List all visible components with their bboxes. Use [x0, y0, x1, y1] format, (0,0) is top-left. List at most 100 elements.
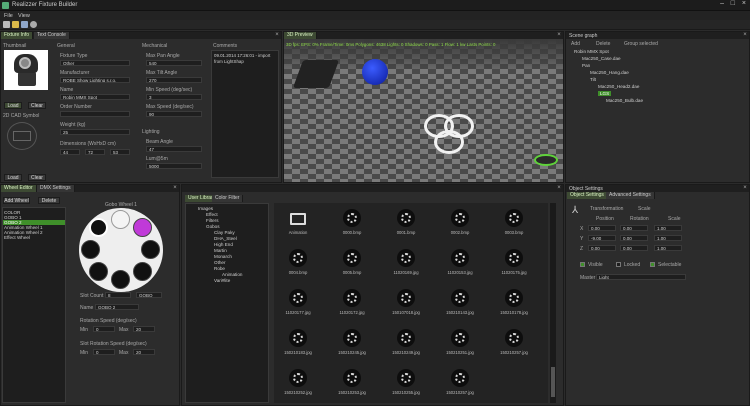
gobo-slot[interactable]	[133, 262, 152, 281]
wheel-panel-close-icon[interactable]: ×	[172, 185, 178, 191]
object-settings-close-icon[interactable]: ×	[742, 185, 748, 191]
gobo-thumbnail[interactable]	[451, 209, 469, 227]
view-gizmo-icon[interactable]	[534, 154, 558, 166]
scene-node[interactable]: Robin MMX Spot	[574, 49, 609, 54]
folder-icon[interactable]	[289, 209, 307, 227]
dim-height-field[interactable]: 72	[85, 149, 105, 155]
gobo-thumbnail[interactable]	[397, 329, 415, 347]
gobo-thumbnail[interactable]	[505, 289, 523, 307]
max-tilt-field[interactable]: 270	[146, 77, 202, 83]
gobo-slot-open[interactable]	[111, 210, 130, 229]
gobo-thumbnail[interactable]	[289, 289, 307, 307]
gobo-slot[interactable]	[133, 218, 152, 237]
gobo-thumbnail[interactable]	[397, 249, 415, 267]
tab-advanced-settings[interactable]: Advanced Settings	[606, 192, 655, 199]
gobo-thumbnail[interactable]	[343, 369, 361, 387]
add-wheel-button[interactable]: Add Wheel	[3, 197, 30, 204]
tree-node[interactable]: DHA_Steel	[214, 236, 237, 241]
lumen-field[interactable]: 5000	[146, 163, 202, 169]
scene-group-button[interactable]: Group selected	[624, 41, 658, 47]
library-scrollbar[interactable]	[550, 203, 556, 403]
gobo-thumbnail[interactable]	[505, 209, 523, 227]
visible-checkbox[interactable]	[580, 262, 585, 267]
tab-fixture-info[interactable]: Fixture Info	[1, 32, 34, 39]
gobo-wheel[interactable]	[79, 208, 163, 292]
scene-delete-button[interactable]: Delete	[596, 41, 610, 47]
rot-max-field[interactable]: 20	[133, 326, 155, 332]
tree-node[interactable]: Monarch	[214, 254, 232, 259]
max-speed-field[interactable]: 90	[146, 111, 202, 117]
gobo-slot[interactable]	[111, 270, 130, 289]
master-field[interactable]: Light	[596, 274, 686, 280]
tab-object-settings[interactable]: Object Settings	[567, 192, 608, 199]
new-file-icon[interactable]	[3, 21, 10, 28]
manufacturer-field[interactable]: ROBE Show Lighting s.r.o.	[60, 77, 130, 83]
gobo-thumbnail[interactable]	[505, 329, 523, 347]
gobo-thumbnail[interactable]	[397, 209, 415, 227]
pos-x-field[interactable]: 0.00	[588, 225, 616, 231]
tab-3d-preview[interactable]: 3D Preview	[284, 32, 317, 39]
library-close-icon[interactable]: ×	[556, 185, 562, 191]
scale-z-field[interactable]: 1.00	[654, 245, 682, 251]
gobo-thumbnail[interactable]	[505, 249, 523, 267]
gobo-thumbnail[interactable]	[343, 289, 361, 307]
tab-dmx-settings[interactable]: DMX Settings	[37, 185, 75, 192]
gobo-thumbnail[interactable]	[451, 289, 469, 307]
max-pan-field[interactable]: 540	[146, 60, 202, 66]
scene-node[interactable]: Mac250_Bulb.dae	[606, 98, 643, 103]
tree-node[interactable]: Images	[198, 206, 213, 211]
scale-x-field[interactable]: 1.00	[654, 225, 682, 231]
tree-node[interactable]: Vari#lite	[214, 278, 230, 283]
menu-view[interactable]: View	[18, 13, 30, 19]
tree-node[interactable]: Animation	[222, 272, 242, 277]
selectable-checkbox[interactable]	[650, 262, 655, 267]
rot-x-field[interactable]: 0.00	[620, 225, 648, 231]
pos-y-field[interactable]: -9.00	[588, 235, 616, 241]
gobo-thumbnail[interactable]	[343, 209, 361, 227]
scene-node[interactable]: Mac250_Hang.dae	[590, 70, 629, 75]
gobo-slot[interactable]	[89, 262, 108, 281]
gobo-slot[interactable]	[81, 240, 100, 259]
tree-node[interactable]: Clay Paky	[214, 230, 235, 235]
cad-load-button[interactable]: Load	[4, 174, 22, 181]
scale-y-field[interactable]: 1.00	[654, 235, 682, 241]
wheel-list-item[interactable]: Effect Wheel	[4, 235, 30, 240]
open-folder-icon[interactable]	[12, 21, 19, 28]
menu-file[interactable]: File	[4, 13, 13, 19]
rot-min-field[interactable]: 0	[93, 326, 115, 332]
weight-field[interactable]: 25	[60, 129, 130, 135]
rot-z-field[interactable]: 0.00	[620, 245, 648, 251]
gobo-thumbnail[interactable]	[289, 329, 307, 347]
name-field[interactable]: Robin MMX Spot	[60, 94, 130, 100]
gobo-thumbnail[interactable]	[451, 369, 469, 387]
tab-color-filter[interactable]: Color Filter	[212, 195, 244, 202]
scene-node[interactable]: Pan	[582, 63, 590, 68]
slot-max-field[interactable]: 20	[133, 349, 155, 355]
gobo-thumbnail[interactable]	[451, 249, 469, 267]
scene-graph-close-icon[interactable]: ×	[742, 32, 748, 38]
gobo-thumbnail[interactable]	[289, 369, 307, 387]
cad-clear-button[interactable]: Clear	[28, 174, 46, 181]
order-number-field[interactable]	[60, 111, 130, 117]
minimize-icon[interactable]: –	[720, 0, 724, 7]
settings-icon[interactable]	[30, 21, 37, 28]
scene-node[interactable]: Tilt	[590, 77, 596, 82]
pos-z-field[interactable]: 0.00	[588, 245, 616, 251]
gobo-thumbnail[interactable]	[343, 329, 361, 347]
rot-y-field[interactable]: 0.00	[620, 235, 648, 241]
beam-angle-field[interactable]: 47	[146, 146, 202, 152]
scene-node-selected[interactable]: LGS	[598, 91, 612, 96]
tree-node[interactable]: Filters	[206, 218, 219, 223]
gobo-thumbnail[interactable]	[397, 369, 415, 387]
preview-close-icon[interactable]: ×	[556, 32, 562, 38]
thumb-clear-button[interactable]: Clear	[28, 102, 46, 109]
scene-node[interactable]: Mac250_Head2.dae	[598, 84, 639, 89]
min-speed-field[interactable]: 3	[146, 94, 202, 100]
tree-node[interactable]: Other	[214, 260, 226, 265]
panel-close-icon[interactable]: ×	[274, 32, 280, 38]
dim-width-field[interactable]: 44	[60, 149, 80, 155]
tree-node[interactable]: Gobos	[206, 224, 220, 229]
fixture-type-select[interactable]: Other	[60, 60, 130, 66]
gobo-thumbnail[interactable]	[289, 249, 307, 267]
maximize-icon[interactable]: □	[731, 0, 735, 7]
